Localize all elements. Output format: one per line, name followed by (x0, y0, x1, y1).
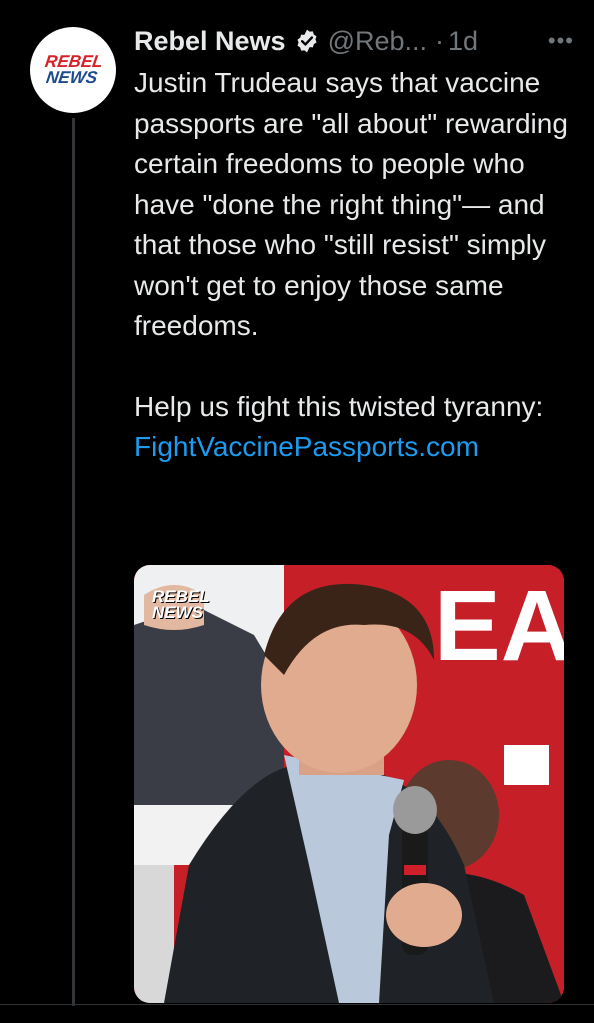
author-handle[interactable]: @Reb... (328, 26, 427, 57)
backdrop-sign-text: EA (434, 570, 564, 682)
rebel-news-logo: REBEL NEWS (42, 52, 104, 87)
video-watermark: REBEL NEWS (152, 588, 210, 622)
watermark-line-2: NEWS (152, 603, 203, 622)
timestamp[interactable]: 1d (448, 26, 478, 57)
more-horizontal-icon[interactable]: ••• (548, 28, 574, 54)
avatar[interactable]: REBEL NEWS (30, 27, 116, 113)
author-name[interactable]: Rebel News (134, 26, 286, 57)
logo-line-2: NEWS (45, 68, 99, 87)
tweet-text: Justin Trudeau says that vaccine passpor… (134, 63, 574, 468)
tweet-paragraph-1: Justin Trudeau says that vaccine passpor… (134, 67, 568, 341)
verified-badge-icon (294, 28, 320, 54)
thread-line (72, 118, 75, 1006)
tweet-paragraph-2: Help us fight this twisted tyranny: (134, 390, 544, 422)
tweet-header: Rebel News @Reb... · 1d ••• (134, 22, 574, 60)
tweet-link[interactable]: FightVaccinePassports.com (134, 431, 479, 462)
tweet-video[interactable]: EA REBEL NEWS (134, 565, 564, 1003)
divider (0, 1004, 594, 1005)
video-frame: EA (134, 565, 564, 1003)
separator-dot: · (435, 25, 445, 56)
